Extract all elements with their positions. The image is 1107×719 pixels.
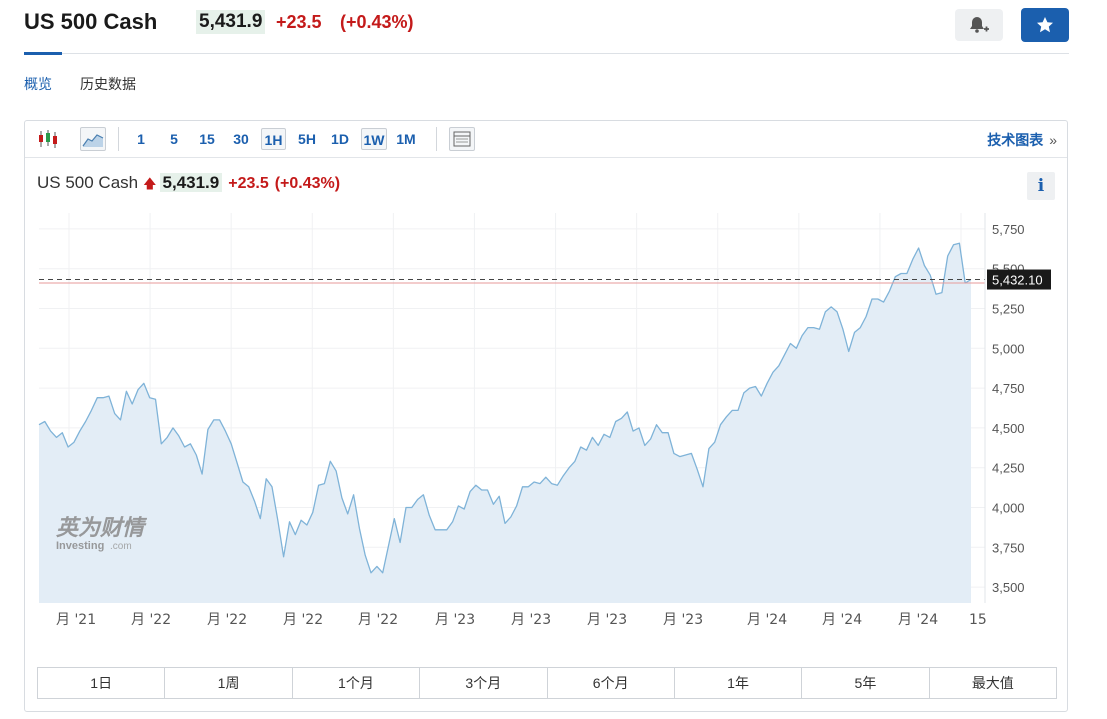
x-tick-label: 月 '24 bbox=[898, 612, 938, 628]
chart-panel: 1 5 15 30 1H 5H 1D 1W 1M 技术图表» US 500 Ca… bbox=[24, 120, 1068, 712]
range-max[interactable]: 最大值 bbox=[930, 668, 1056, 698]
price-chart[interactable]: 3,500 3,750 4,000 4,250 4,500 4,750 5,000 5,250… bbox=[25, 121, 1067, 661]
x-tick-label: 月 '23 bbox=[435, 612, 475, 628]
y-tick-label: 4,750 bbox=[992, 381, 1025, 396]
page-header: US 500 Cash 5,431.9 +23.5 (+0.43%) bbox=[0, 0, 1107, 56]
x-tick-label: 月 '23 bbox=[511, 612, 551, 628]
watermark-cn: 英为财情 bbox=[56, 516, 148, 541]
x-tick-label: 15 bbox=[969, 612, 987, 628]
instrument-title: US 500 Cash bbox=[24, 9, 158, 34]
range-1w[interactable]: 1周 bbox=[165, 668, 293, 698]
y-tick-label: 4,250 bbox=[992, 461, 1025, 476]
x-tick-label: 月 '22 bbox=[283, 612, 323, 628]
last-price-label: 5,432.10 bbox=[992, 273, 1043, 288]
header-divider bbox=[24, 53, 1069, 54]
range-6m[interactable]: 6个月 bbox=[548, 668, 675, 698]
range-3m[interactable]: 3个月 bbox=[420, 668, 548, 698]
tab-historical-data[interactable]: 历史数据 bbox=[80, 74, 136, 94]
x-tick-label: 月 '24 bbox=[747, 612, 787, 628]
range-selector: 1日 1周 1个月 3个月 6个月 1年 5年 最大值 bbox=[37, 667, 1057, 699]
x-tick-label: 月 '23 bbox=[663, 612, 703, 628]
range-5y[interactable]: 5年 bbox=[802, 668, 930, 698]
x-tick-label: 月 '22 bbox=[207, 612, 247, 628]
x-tick-label: 月 '23 bbox=[587, 612, 627, 628]
add-alert-button[interactable] bbox=[955, 9, 1003, 41]
y-tick-label: 5,250 bbox=[992, 302, 1025, 317]
watchlist-button[interactable] bbox=[1021, 8, 1069, 42]
y-tick-label: 5,000 bbox=[992, 341, 1025, 356]
last-price: 5,431.9 bbox=[196, 10, 266, 34]
y-tick-label: 3,750 bbox=[992, 540, 1025, 555]
x-tick-label: 月 '22 bbox=[131, 612, 171, 628]
watermark-en-suffix: .com bbox=[110, 541, 132, 552]
x-tick-label: 月 '21 bbox=[56, 612, 96, 628]
range-1d[interactable]: 1日 bbox=[38, 668, 166, 698]
watermark-en: Investing bbox=[56, 540, 104, 552]
price-change: +23.5 bbox=[276, 12, 322, 32]
active-section-indicator bbox=[24, 52, 62, 55]
price-change-percent: (+0.43%) bbox=[340, 12, 414, 32]
range-1m[interactable]: 1个月 bbox=[293, 668, 421, 698]
bell-plus-icon bbox=[970, 17, 989, 33]
range-1y[interactable]: 1年 bbox=[675, 668, 803, 698]
x-tick-label: 月 '24 bbox=[822, 612, 862, 628]
x-tick-label: 月 '22 bbox=[358, 612, 398, 628]
star-icon bbox=[1037, 17, 1053, 33]
y-tick-label: 3,500 bbox=[992, 580, 1025, 595]
y-tick-label: 5,750 bbox=[992, 222, 1025, 237]
price-area bbox=[39, 243, 971, 603]
tab-overview[interactable]: 概览 bbox=[24, 74, 52, 94]
y-tick-label: 4,500 bbox=[992, 421, 1025, 436]
y-tick-label: 4,000 bbox=[992, 500, 1025, 515]
